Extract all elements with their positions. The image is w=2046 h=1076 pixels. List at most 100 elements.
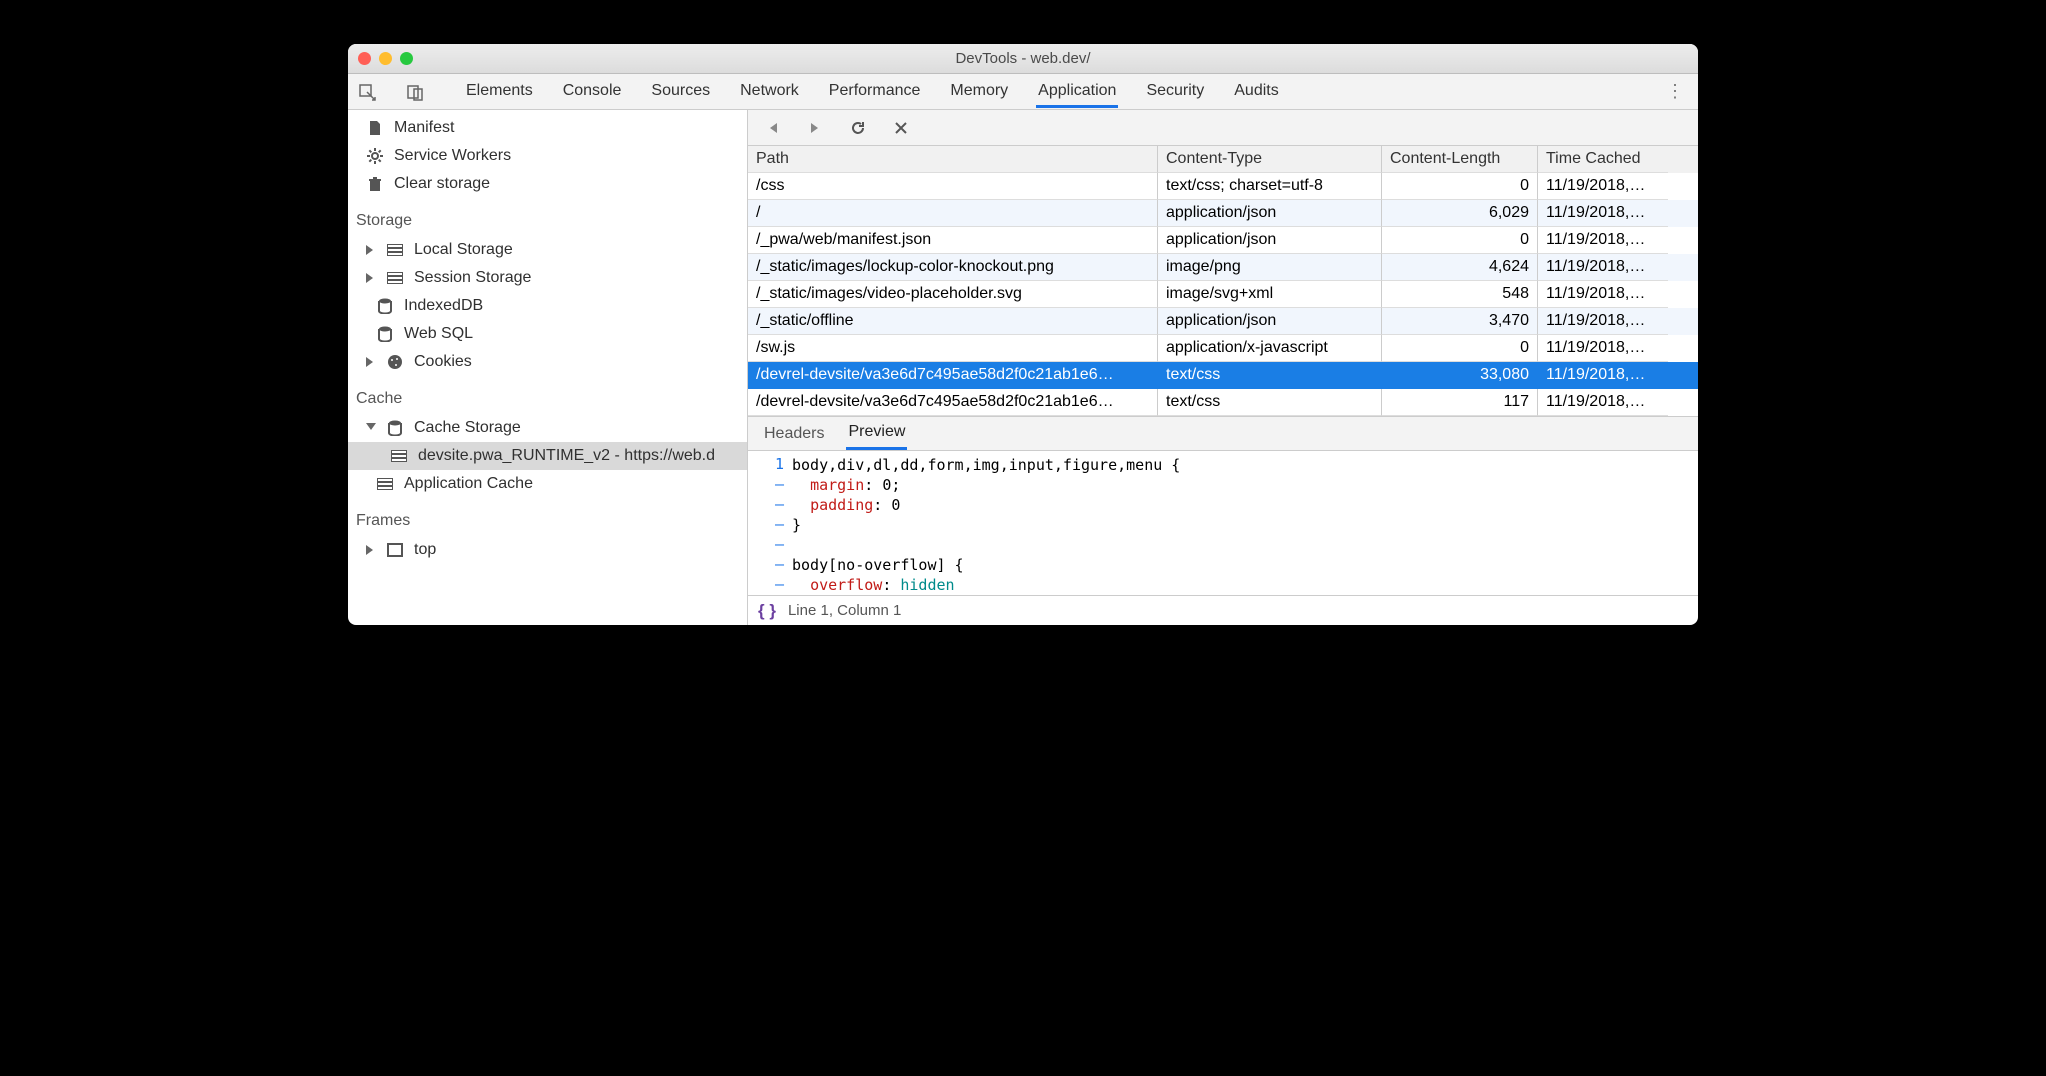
sidebar-label: devsite.pwa_RUNTIME_v2 - https://web.d <box>418 447 715 465</box>
table-row[interactable]: /csstext/css; charset=utf-8011/19/2018,… <box>748 173 1698 200</box>
titlebar[interactable]: DevTools - web.dev/ <box>348 44 1698 74</box>
table-row[interactable]: /devrel-devsite/va3e6d7c495ae58d2f0c21ab… <box>748 389 1698 416</box>
table-icon <box>386 269 404 287</box>
sidebar-item-cache-entry[interactable]: devsite.pwa_RUNTIME_v2 - https://web.d <box>348 442 747 470</box>
tab-application[interactable]: Application <box>1036 75 1118 108</box>
cell-path: /devrel-devsite/va3e6d7c495ae58d2f0c21ab… <box>748 362 1158 389</box>
table-icon <box>390 447 408 465</box>
database-icon <box>386 419 404 437</box>
col-path[interactable]: Path <box>748 146 1158 173</box>
col-content-type[interactable]: Content-Type <box>1158 146 1382 173</box>
overflow-menu-icon[interactable]: ⋮ <box>1660 81 1690 102</box>
table-icon <box>386 241 404 259</box>
trash-icon <box>366 175 384 193</box>
cell-clen: 6,029 <box>1382 200 1538 227</box>
subtab-preview[interactable]: Preview <box>846 417 907 450</box>
cell-tc: 11/19/2018,… <box>1538 227 1668 254</box>
clear-icon[interactable] <box>894 121 908 135</box>
table-row[interactable]: /_pwa/web/manifest.jsonapplication/json0… <box>748 227 1698 254</box>
col-time-cached[interactable]: Time Cached <box>1538 146 1668 173</box>
table-row[interactable]: /sw.jsapplication/x-javascript011/19/201… <box>748 335 1698 362</box>
code-line: body[no-overflow] { <box>792 556 964 574</box>
sidebar-item-indexeddb[interactable]: IndexedDB <box>348 292 747 320</box>
cell-tc: 11/19/2018,… <box>1538 389 1668 416</box>
cell-ctype: application/json <box>1158 227 1382 254</box>
table-body: /csstext/css; charset=utf-8011/19/2018,…… <box>748 173 1698 416</box>
tab-security[interactable]: Security <box>1144 75 1206 108</box>
tab-performance[interactable]: Performance <box>827 75 923 108</box>
cell-ctype: application/json <box>1158 308 1382 335</box>
cell-path: /_static/images/lockup-color-knockout.pn… <box>748 254 1158 281</box>
sidebar-section-cache: Cache <box>348 376 747 414</box>
window-title: DevTools - web.dev/ <box>348 50 1698 67</box>
sidebar-label: Manifest <box>394 119 454 137</box>
code-preview: 1–––––– body,div,dl,dd,form,img,input,fi… <box>748 451 1698 595</box>
table-row[interactable]: /application/json6,02911/19/2018,… <box>748 200 1698 227</box>
code-line: body,div,dl,dd,form,img,input,figure,men… <box>792 456 1180 474</box>
sidebar-item-manifest[interactable]: Manifest <box>348 114 747 142</box>
sidebar-item-frame-top[interactable]: top <box>348 536 747 564</box>
col-content-length[interactable]: Content-Length <box>1382 146 1538 173</box>
cell-path: /_static/offline <box>748 308 1158 335</box>
subtab-headers[interactable]: Headers <box>762 419 826 449</box>
application-sidebar: Manifest Service Workers Clear storage S… <box>348 110 748 625</box>
sidebar-item-session-storage[interactable]: Session Storage <box>348 264 747 292</box>
tab-console[interactable]: Console <box>561 75 624 108</box>
sidebar-label: Cookies <box>414 353 472 371</box>
cell-path: / <box>748 200 1158 227</box>
sidebar-item-local-storage[interactable]: Local Storage <box>348 236 747 264</box>
cell-tc: 11/19/2018,… <box>1538 254 1668 281</box>
table-icon <box>376 475 394 493</box>
code-line: overflow <box>810 576 882 594</box>
database-icon <box>376 297 394 315</box>
cell-tc: 11/19/2018,… <box>1538 173 1668 200</box>
table-row[interactable]: /_static/images/lockup-color-knockout.pn… <box>748 254 1698 281</box>
cell-tc: 11/19/2018,… <box>1538 281 1668 308</box>
chevron-down-icon <box>366 423 376 433</box>
table-row[interactable]: /_static/offlineapplication/json3,47011/… <box>748 308 1698 335</box>
tab-sources[interactable]: Sources <box>649 75 712 108</box>
device-toolbar-icon[interactable] <box>404 81 426 103</box>
sidebar-item-cookies[interactable]: Cookies <box>348 348 747 376</box>
cell-clen: 117 <box>1382 389 1538 416</box>
braces-icon[interactable]: { } <box>758 601 776 621</box>
chevron-right-icon <box>366 545 376 555</box>
chevron-right-icon <box>366 357 376 367</box>
prev-icon[interactable] <box>766 121 780 135</box>
cell-path: /_pwa/web/manifest.json <box>748 227 1158 254</box>
tab-audits[interactable]: Audits <box>1232 75 1280 108</box>
code-source[interactable]: body,div,dl,dd,form,img,input,figure,men… <box>792 451 1180 595</box>
table-row[interactable]: /devrel-devsite/va3e6d7c495ae58d2f0c21ab… <box>748 362 1698 389</box>
sidebar-label: Service Workers <box>394 147 511 165</box>
cell-clen: 33,080 <box>1382 362 1538 389</box>
sidebar-item-service-workers[interactable]: Service Workers <box>348 142 747 170</box>
cell-ctype: image/svg+xml <box>1158 281 1382 308</box>
cell-ctype: application/json <box>1158 200 1382 227</box>
cell-tc: 11/19/2018,… <box>1538 200 1668 227</box>
sidebar-item-cache-storage[interactable]: Cache Storage <box>348 414 747 442</box>
table-row[interactable]: /_static/images/video-placeholder.svgima… <box>748 281 1698 308</box>
cell-path: /_static/images/video-placeholder.svg <box>748 281 1158 308</box>
cell-ctype: application/x-javascript <box>1158 335 1382 362</box>
document-icon <box>366 119 384 137</box>
refresh-icon[interactable] <box>850 120 866 136</box>
cell-path: /css <box>748 173 1158 200</box>
tab-network[interactable]: Network <box>738 75 801 108</box>
panel-tabstrip: Elements Console Sources Network Perform… <box>348 74 1698 110</box>
sidebar-label: Application Cache <box>404 475 533 493</box>
sidebar-item-clear-storage[interactable]: Clear storage <box>348 170 747 198</box>
frame-icon <box>386 541 404 559</box>
cell-path: /sw.js <box>748 335 1158 362</box>
cell-tc: 11/19/2018,… <box>1538 335 1668 362</box>
sidebar-item-websql[interactable]: Web SQL <box>348 320 747 348</box>
cell-ctype: image/png <box>1158 254 1382 281</box>
tab-memory[interactable]: Memory <box>948 75 1010 108</box>
cache-table: Path Content-Type Content-Length Time Ca… <box>748 146 1698 417</box>
tab-elements[interactable]: Elements <box>464 75 535 108</box>
inspect-icon[interactable] <box>356 81 378 103</box>
sidebar-section-frames: Frames <box>348 498 747 536</box>
sidebar-label: IndexedDB <box>404 297 483 315</box>
sidebar-item-application-cache[interactable]: Application Cache <box>348 470 747 498</box>
cell-clen: 3,470 <box>1382 308 1538 335</box>
next-icon[interactable] <box>808 121 822 135</box>
